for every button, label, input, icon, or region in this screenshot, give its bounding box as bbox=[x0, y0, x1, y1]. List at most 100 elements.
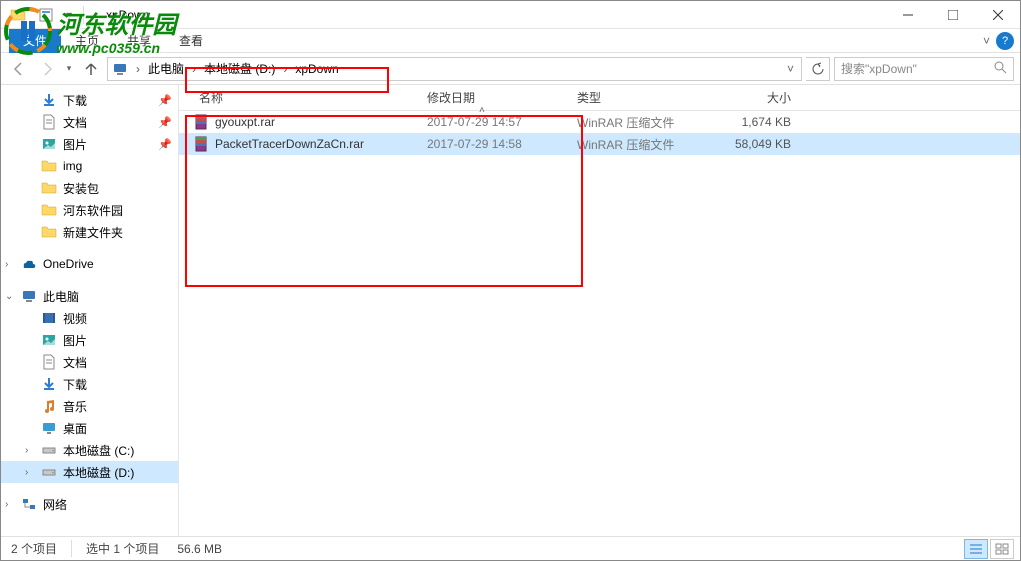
view-thumbnails-button[interactable] bbox=[990, 539, 1014, 559]
nav-label: 新建文件夹 bbox=[63, 224, 123, 241]
close-button[interactable] bbox=[975, 1, 1020, 29]
nav-recent-dropdown[interactable]: ▾ bbox=[63, 57, 75, 81]
nav-label: 网络 bbox=[43, 496, 67, 513]
nav-onedrive[interactable]: › OneDrive bbox=[1, 253, 178, 275]
nav-label: 河东软件园 bbox=[63, 202, 123, 219]
pc-icon bbox=[21, 288, 37, 304]
nav-thispc-item[interactable]: 图片 bbox=[1, 329, 178, 351]
navigation-pane[interactable]: 下载 📌 文档 📌 图片 📌 img 安装包河东软件园新建文件夹 › OneDrive ⌄ 此… bbox=[1, 85, 179, 536]
nav-quick-item[interactable]: 河东软件园 bbox=[1, 199, 178, 221]
pin-icon: 📌 bbox=[158, 116, 172, 129]
ribbon-file-tab[interactable]: 文件 bbox=[9, 29, 61, 53]
ribbon-expand-icon[interactable]: ˅ bbox=[983, 34, 990, 48]
qat-dropdown-icon[interactable]: ▾ bbox=[63, 4, 75, 26]
expand-icon[interactable]: › bbox=[25, 467, 37, 478]
chevron-right-icon[interactable]: › bbox=[188, 62, 200, 76]
nav-quick-item[interactable]: 安装包 bbox=[1, 177, 178, 199]
nav-label: 音乐 bbox=[63, 398, 87, 415]
nav-thispc-item[interactable]: 文档 bbox=[1, 351, 178, 373]
nav-thispc-item[interactable]: 桌面 bbox=[1, 417, 178, 439]
file-row[interactable]: gyouxpt.rar2017-07-29 14:57WinRAR 压缩文件1,… bbox=[179, 111, 1020, 133]
nav-thispc-item[interactable]: 下载 bbox=[1, 373, 178, 395]
file-size: 1,674 KB bbox=[699, 115, 799, 129]
breadcrumb-root[interactable]: 此电脑 bbox=[144, 58, 188, 80]
refresh-button[interactable] bbox=[806, 57, 830, 81]
pc-icon bbox=[112, 61, 128, 77]
search-icon[interactable] bbox=[993, 60, 1007, 77]
nav-quick-item[interactable]: img bbox=[1, 155, 178, 177]
ribbon-tab-view[interactable]: 查看 bbox=[165, 29, 217, 53]
rar-icon bbox=[193, 136, 209, 152]
column-header-date[interactable]: 修改日期 bbox=[419, 89, 569, 106]
nav-label: 文档 bbox=[63, 354, 87, 371]
rar-icon bbox=[193, 114, 209, 130]
status-selected-count: 选中 1 个项目 bbox=[86, 540, 173, 557]
nav-label: 本地磁盘 (D:) bbox=[63, 464, 134, 481]
nav-up-button[interactable] bbox=[79, 57, 103, 81]
nav-back-button[interactable] bbox=[7, 57, 31, 81]
breadcrumb-seg-drive[interactable]: 本地磁盘 (D:) bbox=[200, 58, 279, 80]
nav-label: 文档 bbox=[63, 114, 87, 131]
ribbon-tabs: 文件 主页 共享 查看 ˅ ? bbox=[1, 29, 1020, 53]
pin-icon: 📌 bbox=[158, 94, 172, 107]
ribbon-tab-share[interactable]: 共享 bbox=[113, 29, 165, 53]
column-header-size[interactable]: 大小 bbox=[699, 89, 799, 106]
nav-thispc-item[interactable]: 音乐 bbox=[1, 395, 178, 417]
file-name: gyouxpt.rar bbox=[215, 115, 275, 129]
file-type: WinRAR 压缩文件 bbox=[569, 136, 699, 153]
column-header-name[interactable]: 名称 bbox=[179, 89, 419, 106]
breadcrumb-dropdown[interactable]: ˅ bbox=[781, 59, 799, 79]
chevron-right-icon[interactable]: › bbox=[132, 62, 144, 76]
expand-icon[interactable]: › bbox=[5, 499, 17, 510]
nav-label: OneDrive bbox=[43, 257, 94, 271]
nav-label: 桌面 bbox=[63, 420, 87, 437]
chevron-right-icon[interactable]: › bbox=[279, 62, 291, 76]
breadcrumb[interactable]: › 此电脑 › 本地磁盘 (D:) › xpDown ˅ bbox=[107, 57, 802, 81]
collapse-icon[interactable]: ⌄ bbox=[5, 291, 17, 302]
nav-quick-item[interactable]: 文档 📌 bbox=[1, 111, 178, 133]
qat-properties-icon[interactable] bbox=[35, 4, 57, 26]
expand-icon[interactable]: › bbox=[25, 445, 37, 456]
column-headers: 名称 修改日期 类型 大小 bbox=[179, 85, 1020, 111]
qat-folder-icon[interactable] bbox=[7, 4, 29, 26]
help-icon[interactable]: ? bbox=[996, 32, 1014, 50]
nav-quick-item[interactable]: 图片 📌 bbox=[1, 133, 178, 155]
sort-indicator-icon: ˄ bbox=[479, 105, 485, 116]
onedrive-icon bbox=[21, 256, 37, 272]
nav-label: 本地磁盘 (C:) bbox=[63, 442, 134, 459]
file-row[interactable]: PacketTracerDownZaCn.rar 2017-07-29 14:58… bbox=[179, 133, 1020, 155]
nav-label: 安装包 bbox=[63, 180, 99, 197]
status-selected-size: 56.6 MB bbox=[177, 542, 236, 556]
file-type: WinRAR 压缩文件 bbox=[569, 114, 699, 131]
address-bar: ▾ › 此电脑 › 本地磁盘 (D:) › xpDown ˅ 搜索"xpDown… bbox=[1, 53, 1020, 85]
minimize-button[interactable] bbox=[885, 1, 930, 29]
view-details-button[interactable] bbox=[964, 539, 988, 559]
pin-icon: 📌 bbox=[158, 138, 172, 151]
ribbon-tab-home[interactable]: 主页 bbox=[61, 29, 113, 53]
nav-thispc-item[interactable]: › 本地磁盘 (D:) bbox=[1, 461, 178, 483]
nav-label: 视频 bbox=[63, 310, 87, 327]
nav-quick-item[interactable]: 新建文件夹 bbox=[1, 221, 178, 243]
column-header-type[interactable]: 类型 bbox=[569, 89, 699, 106]
maximize-button[interactable] bbox=[930, 1, 975, 29]
nav-thispc[interactable]: ⌄ 此电脑 bbox=[1, 285, 178, 307]
search-input[interactable]: 搜索"xpDown" bbox=[834, 57, 1014, 81]
file-date: 2017-07-29 14:58 bbox=[419, 137, 569, 151]
nav-thispc-item[interactable]: 视频 bbox=[1, 307, 178, 329]
file-list-pane[interactable]: 名称 修改日期 类型 大小 ˄ gyouxpt.rar2017-07-29 14… bbox=[179, 85, 1020, 536]
titlebar: ▾ xpDown bbox=[1, 1, 1020, 29]
nav-thispc-item[interactable]: › 本地磁盘 (C:) bbox=[1, 439, 178, 461]
network-icon bbox=[21, 496, 37, 512]
nav-label: 图片 bbox=[63, 332, 87, 349]
breadcrumb-seg-folder[interactable]: xpDown bbox=[291, 58, 342, 80]
nav-label: img bbox=[63, 159, 82, 173]
nav-network[interactable]: › 网络 bbox=[1, 493, 178, 515]
nav-forward-button[interactable] bbox=[35, 57, 59, 81]
search-placeholder: 搜索"xpDown" bbox=[841, 60, 917, 77]
nav-label: 图片 bbox=[63, 136, 87, 153]
nav-label: 下载 bbox=[63, 92, 87, 109]
nav-quick-item[interactable]: 下载 📌 bbox=[1, 89, 178, 111]
expand-icon[interactable]: › bbox=[5, 259, 17, 270]
file-name: PacketTracerDownZaCn.rar bbox=[215, 137, 364, 151]
status-item-count: 2 个项目 bbox=[11, 540, 72, 557]
